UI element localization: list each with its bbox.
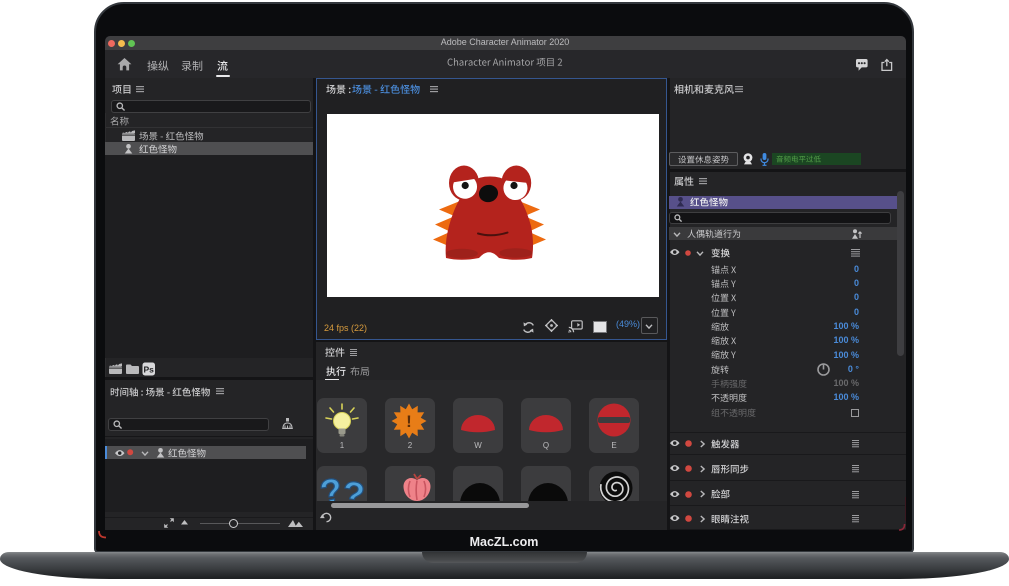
svg-text:Ps: Ps [143,364,154,374]
svg-text:!: ! [406,412,412,431]
svg-text:?: ? [340,473,367,501]
